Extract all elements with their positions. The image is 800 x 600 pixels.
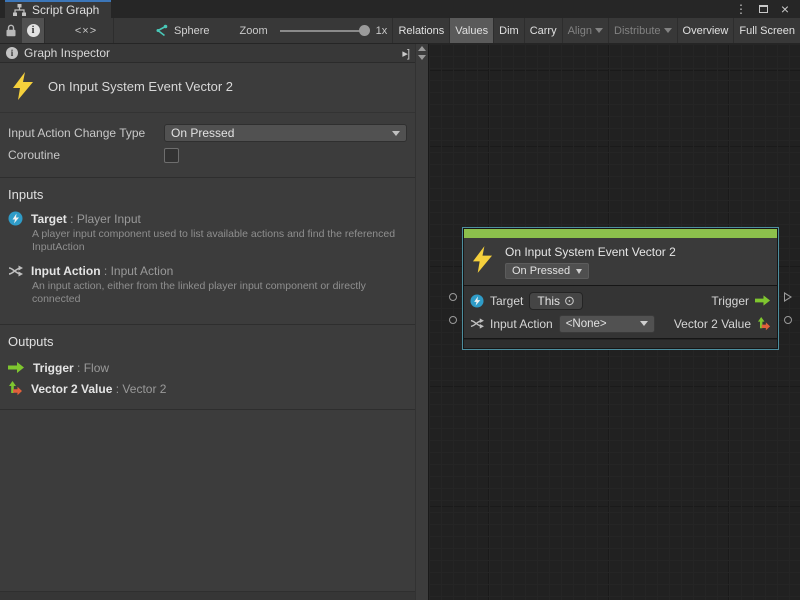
- input-action-port-icon: [470, 317, 484, 330]
- chevron-down-icon: [392, 131, 400, 136]
- node-row-input-action: Input Action <None> Vector 2 Value: [470, 312, 771, 335]
- lock-button[interactable]: [0, 18, 22, 43]
- graph-node-icon: [154, 24, 168, 38]
- window-controls: ⋮ ×: [732, 0, 800, 18]
- node-footer: [464, 339, 777, 348]
- node-row-target: Target This ⊙ Trigger: [470, 289, 771, 312]
- target-object-field[interactable]: This ⊙: [529, 292, 583, 310]
- zoom-label: Zoom: [239, 25, 267, 37]
- input-action-port-icon: [8, 264, 23, 278]
- inspector-toggle-button[interactable]: i: [22, 18, 44, 43]
- values-button[interactable]: Values: [449, 18, 493, 43]
- chevron-down-icon: [576, 269, 582, 274]
- coroutine-checkbox[interactable]: [164, 148, 179, 163]
- change-type-dropdown[interactable]: On Pressed: [164, 124, 407, 142]
- triangle-down-icon: [418, 55, 426, 60]
- node-title-text: On Input System Event Vector 2: [48, 79, 233, 94]
- triangle-up-icon: [418, 46, 426, 51]
- inspector-scrollbar[interactable]: [415, 44, 428, 600]
- fullscreen-button[interactable]: Full Screen: [733, 18, 800, 43]
- change-type-label: Input Action Change Type: [8, 126, 164, 140]
- maximize-icon[interactable]: [754, 1, 772, 17]
- graph-inspector-panel: i Graph Inspector ▸] On Input System Eve…: [0, 44, 428, 600]
- target-input-port[interactable]: [449, 293, 457, 301]
- port-description: A player input component used to list av…: [32, 228, 401, 254]
- carry-button[interactable]: Carry: [524, 18, 562, 43]
- info-icon: i: [6, 47, 18, 59]
- input-action-label: Input Action: [490, 317, 553, 331]
- flow-arrow-icon: [755, 295, 771, 306]
- chevron-down-icon: [595, 28, 603, 33]
- chevron-down-icon: [664, 28, 672, 33]
- scroll-up-button[interactable]: [416, 44, 428, 53]
- overview-button[interactable]: Overview: [677, 18, 734, 43]
- panel-footer: [0, 591, 415, 600]
- zoom-control: Zoom 1x: [239, 18, 387, 43]
- inspector-title: Graph Inspector: [24, 46, 110, 60]
- node-accent-bar: [464, 229, 777, 238]
- toolbar-divider: [113, 18, 114, 43]
- tab-label: Script Graph: [32, 3, 99, 17]
- distribute-button[interactable]: Distribute: [608, 18, 676, 43]
- toolbar-divider: [44, 18, 45, 43]
- scroll-down-button[interactable]: [416, 53, 428, 62]
- toolbar-right-group: Relations Values Dim Carry Align Distrib…: [392, 18, 800, 43]
- node-title: On Input System Event Vector 2: [505, 245, 676, 259]
- dock-icon[interactable]: ▸]: [402, 47, 409, 60]
- output-port-doc: Trigger : Flow Vector 2 Value :: [0, 357, 415, 401]
- graph-object-label: Sphere: [174, 25, 209, 37]
- flow-arrow-icon: [8, 362, 25, 373]
- coroutine-label: Coroutine: [8, 148, 164, 162]
- zoom-value: 1x: [376, 25, 388, 37]
- vector2-icon: [8, 381, 23, 396]
- port-description: An input action, either from the linked …: [32, 280, 401, 306]
- outputs-heading: Outputs: [0, 325, 415, 357]
- csharp-preview-button[interactable]: <×>: [59, 18, 113, 43]
- target-port-icon: [470, 294, 484, 308]
- vector2-value-port-label: Vector 2 Value: [674, 317, 751, 331]
- close-icon[interactable]: ×: [776, 1, 794, 17]
- chevron-down-icon: [640, 321, 648, 326]
- lightning-bolt-icon: [472, 246, 493, 279]
- vector2-icon: [757, 317, 771, 331]
- zoom-slider[interactable]: [280, 30, 368, 32]
- graph-breadcrumb[interactable]: Sphere: [154, 18, 209, 43]
- lock-icon: [5, 24, 17, 37]
- outputs-section: Outputs Trigger : Flow: [0, 325, 415, 410]
- node-summary: On Input System Event Vector 2: [0, 63, 415, 113]
- graph-toolbar: i <×> Sphere Zoom 1x Relations Values Di…: [0, 18, 800, 44]
- node-change-type-dropdown[interactable]: On Pressed: [505, 263, 589, 279]
- dim-button[interactable]: Dim: [493, 18, 524, 43]
- input-action-dropdown[interactable]: <None>: [559, 315, 655, 333]
- inputs-section: Inputs Target : Player Input A: [0, 178, 415, 325]
- lightning-bolt-icon: [12, 72, 34, 100]
- align-button[interactable]: Align: [562, 18, 608, 43]
- menu-icon[interactable]: ⋮: [732, 1, 750, 17]
- relations-button[interactable]: Relations: [392, 18, 449, 43]
- input-action-input-port[interactable]: [449, 316, 457, 324]
- tab-script-graph[interactable]: Script Graph: [5, 0, 111, 18]
- info-icon: i: [27, 24, 40, 37]
- inputs-heading: Inputs: [0, 178, 415, 210]
- script-graph-icon: [13, 4, 26, 16]
- trigger-output-port[interactable]: [784, 292, 792, 302]
- event-node[interactable]: On Input System Event Vector 2 On Presse…: [462, 227, 779, 350]
- code-icon: <×>: [75, 25, 97, 37]
- window-tab-bar: Script Graph ⋮ ×: [0, 0, 800, 18]
- node-body: Target This ⊙ Trigger: [464, 286, 777, 338]
- graph-canvas[interactable]: On Input System Event Vector 2 On Presse…: [428, 44, 800, 600]
- node-header[interactable]: On Input System Event Vector 2 On Presse…: [464, 238, 777, 285]
- object-picker-icon[interactable]: ⊙: [564, 296, 575, 306]
- vector2-output-port[interactable]: [784, 316, 792, 324]
- input-port-doc: Target : Player Input A player input com…: [0, 210, 415, 316]
- target-port-icon: [8, 211, 23, 226]
- trigger-port-label: Trigger: [711, 294, 749, 308]
- target-label: Target: [490, 294, 523, 308]
- zoom-slider-handle[interactable]: [359, 25, 370, 36]
- inspector-header: i Graph Inspector ▸]: [0, 44, 415, 63]
- node-settings: Input Action Change Type On Pressed Coro…: [0, 113, 415, 178]
